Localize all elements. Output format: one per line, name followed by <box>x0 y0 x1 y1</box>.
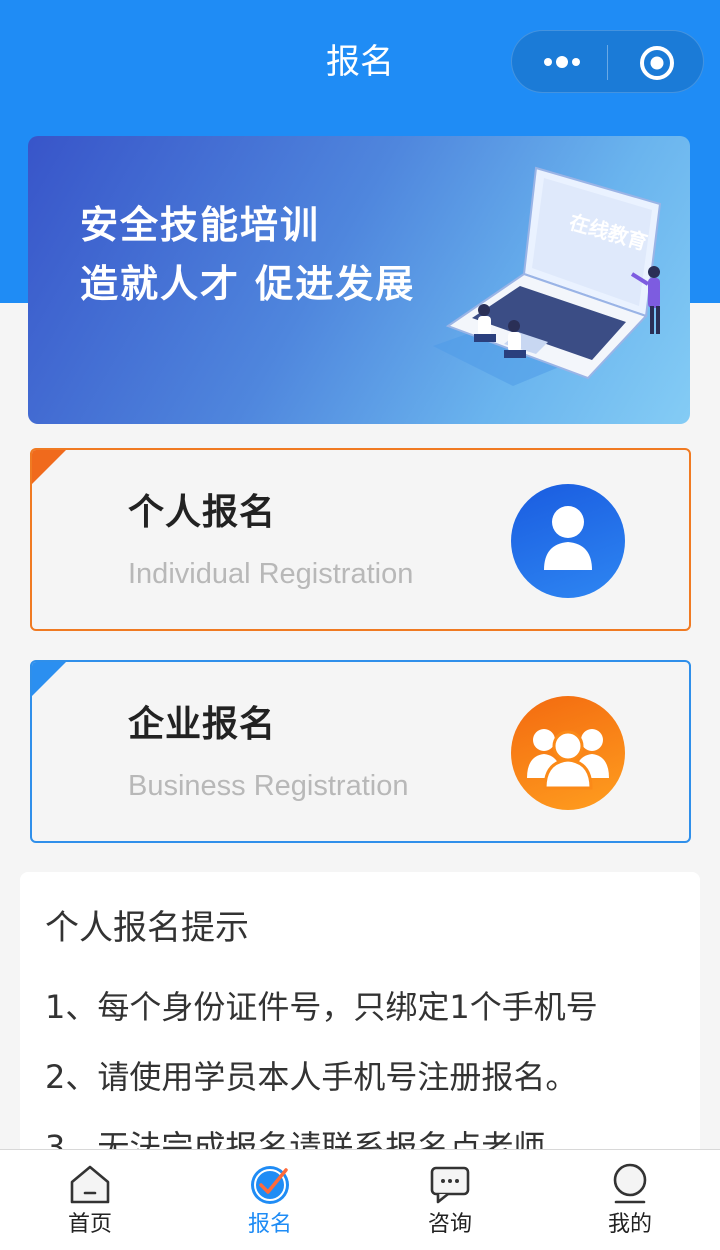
registration-title: 个人报名 <box>128 492 277 533</box>
tab-profile[interactable]: 我的 <box>540 1150 720 1250</box>
banner-headline: 安全技能培训 <box>80 203 321 247</box>
laptop-illustration: 在线教育 <box>433 166 662 386</box>
corner-marker <box>32 662 66 696</box>
navigation-bar: 报名 <box>0 0 720 122</box>
more-dots-icon[interactable] <box>540 51 584 73</box>
home-icon <box>68 1162 112 1206</box>
registration-subtitle: Business Registration <box>128 770 409 802</box>
tab-signup[interactable]: 报名 <box>180 1150 360 1250</box>
tab-label: 报名 <box>247 1212 292 1237</box>
tab-label: 首页 <box>67 1212 112 1237</box>
signup-icon <box>248 1162 292 1206</box>
individual-registration-card[interactable]: 个人报名 Individual Registration <box>30 448 691 631</box>
registration-subtitle: Individual Registration <box>128 558 414 590</box>
business-registration-card[interactable]: 企业报名 Business Registration <box>30 660 691 843</box>
group-icon <box>511 696 625 810</box>
tab-label: 咨询 <box>427 1212 472 1237</box>
tab-consult[interactable]: 咨询 <box>360 1150 540 1250</box>
registration-tips: 个人报名提示 1、每个身份证件号，只绑定1个手机号 2、请使用学员本人手机号注册… <box>20 872 700 1172</box>
registration-title: 企业报名 <box>128 704 277 745</box>
banner-slogan: 造就人才 促进发展 <box>80 262 416 306</box>
tab-label: 我的 <box>607 1212 652 1237</box>
tips-title: 个人报名提示 <box>45 908 249 948</box>
capsule-divider <box>607 45 608 80</box>
corner-marker <box>32 450 66 484</box>
tip-item: 2、请使用学员本人手机号注册报名。 <box>45 1058 578 1096</box>
profile-icon <box>608 1162 652 1206</box>
promo-banner[interactable]: 安全技能培训 造就人才 促进发展 在线教育 <box>28 136 690 424</box>
chat-icon <box>428 1162 472 1206</box>
tab-home[interactable]: 首页 <box>0 1150 180 1250</box>
tip-item: 1、每个身份证件号，只绑定1个手机号 <box>45 988 598 1026</box>
target-circle-icon[interactable] <box>639 45 675 81</box>
person-icon <box>511 484 625 598</box>
miniprogram-capsule <box>511 30 704 93</box>
bottom-tab-bar: 首页 报名 咨询 我的 <box>0 1149 720 1250</box>
